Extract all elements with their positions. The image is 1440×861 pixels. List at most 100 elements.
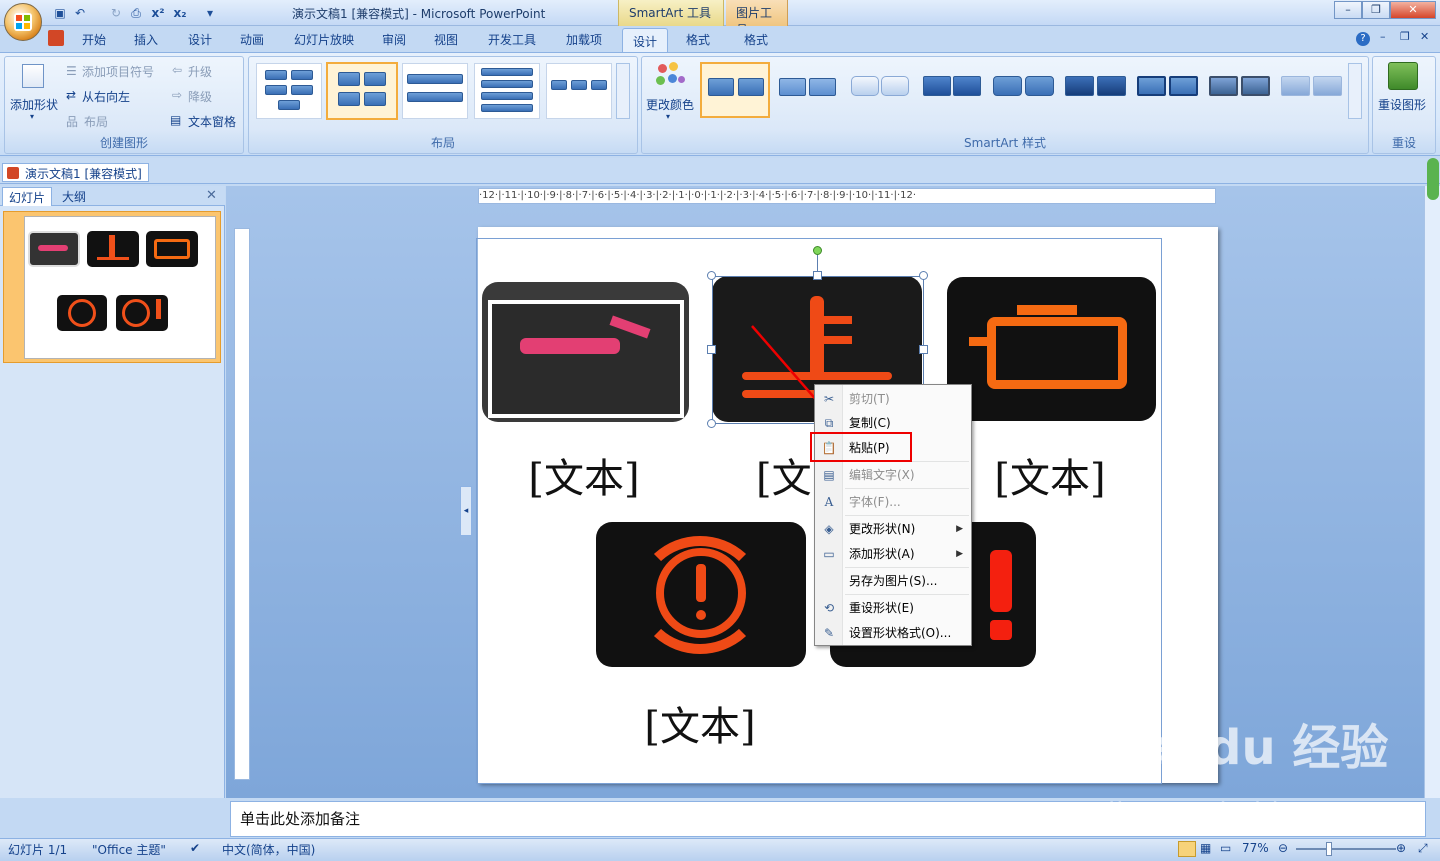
panel-close-icon[interactable]: ✕	[206, 188, 217, 203]
add-shape-dropdown-icon[interactable]: ▾	[30, 112, 34, 121]
caption-2[interactable]: [文	[756, 446, 816, 504]
tab-home[interactable]: 开始	[72, 28, 116, 50]
office-button[interactable]	[4, 3, 42, 41]
normal-view-icon[interactable]	[1178, 841, 1196, 857]
style-gallery-item-8[interactable]	[1206, 63, 1272, 119]
tab-slideshow[interactable]: 幻灯片放映	[284, 28, 364, 50]
style-gallery-item-3[interactable]	[846, 63, 912, 119]
tab-insert[interactable]: 插入	[124, 28, 168, 50]
tab-review[interactable]: 审阅	[372, 28, 416, 50]
tab-design-main[interactable]: 设计	[178, 28, 222, 50]
change-colors-icon[interactable]	[656, 62, 685, 90]
subscript-icon[interactable]: x₂	[172, 5, 188, 21]
close-button[interactable]: ✕	[1390, 1, 1436, 19]
rotate-handle[interactable]	[813, 246, 822, 255]
fit-to-window-icon[interactable]: ⤢	[1418, 841, 1428, 856]
maximize-button[interactable]: ❐	[1362, 1, 1390, 19]
zoom-in-icon[interactable]: ⊕	[1396, 841, 1406, 855]
style-gallery-item-4[interactable]	[918, 63, 984, 119]
redo-icon[interactable]: ↻	[108, 5, 124, 21]
tab-smartart-design[interactable]: 设计	[622, 28, 669, 53]
caption-4[interactable]: [文本]	[600, 694, 800, 752]
layout-gallery-item-3[interactable]	[402, 63, 468, 119]
layout-gallery-item-4[interactable]	[474, 63, 540, 119]
style-gallery-item-2[interactable]	[774, 63, 840, 119]
menu-item-reset-shape[interactable]: ⟲ 重设形状(E)	[815, 596, 971, 620]
menu-item-add-shape[interactable]: ▭ 添加形状(A) ▶	[815, 542, 971, 566]
style-gallery-scroll[interactable]	[1348, 63, 1362, 119]
tab-view[interactable]: 视图	[424, 28, 468, 50]
tab-outline[interactable]: 大纲	[56, 187, 92, 206]
save-icon[interactable]: ▣	[52, 5, 68, 21]
tab-developer[interactable]: 开发工具	[478, 28, 546, 50]
ribbon-close-icon[interactable]: ✕	[1420, 30, 1429, 43]
demote-button[interactable]: 降级	[188, 88, 212, 105]
style-gallery-item-9[interactable]	[1278, 63, 1344, 119]
vertical-scrollbar[interactable]	[1424, 158, 1440, 798]
promote-icon: ⇦	[172, 63, 183, 77]
reset-graphic-button[interactable]: 重设图形	[1378, 96, 1426, 113]
style-gallery-item-7[interactable]	[1134, 63, 1200, 119]
notes-placeholder[interactable]: 单击此处添加备注	[240, 808, 360, 829]
menu-item-format-shape[interactable]: ✎ 设置形状格式(O)...	[815, 621, 971, 645]
change-shape-icon: ◈	[824, 522, 834, 536]
document-tab[interactable]: 演示文稿1 [兼容模式]	[2, 163, 149, 182]
print-preview-icon[interactable]: ⎙	[128, 5, 144, 21]
text-pane-button[interactable]: 文本窗格	[188, 113, 236, 130]
style-gallery-item-6[interactable]	[1062, 63, 1128, 119]
layout-gallery-item-5[interactable]	[546, 63, 612, 119]
layout-gallery-scroll[interactable]	[616, 63, 630, 119]
text-pane-toggle[interactable]: ◂	[460, 486, 472, 536]
resize-handle-ne[interactable]	[919, 271, 928, 280]
status-language[interactable]: 中文(简体，中国)	[222, 841, 315, 858]
layout-gallery-item-2-selected[interactable]	[326, 62, 398, 120]
ribbon-restore-icon[interactable]: ❐	[1400, 30, 1410, 43]
picture-brake-warning[interactable]	[596, 522, 806, 667]
tab-slides[interactable]: 幻灯片	[2, 187, 53, 206]
change-colors-dropdown-icon[interactable]: ▾	[666, 112, 670, 121]
add-shape-icon[interactable]	[22, 64, 44, 88]
ribbon-minimize-icon[interactable]: –	[1380, 30, 1386, 43]
zoom-out-icon[interactable]: ⊖	[1278, 841, 1288, 855]
slide-sorter-icon[interactable]: ▦	[1200, 841, 1211, 855]
undo-icon[interactable]: ↶	[72, 5, 88, 21]
reset-graphic-icon[interactable]	[1388, 62, 1418, 90]
add-shape-button[interactable]: 添加形状	[10, 96, 58, 113]
superscript-icon[interactable]: x²	[150, 5, 166, 21]
layout-gallery-item-1[interactable]	[256, 63, 322, 119]
resize-handle-sw[interactable]	[707, 419, 716, 428]
promote-button[interactable]: 升级	[188, 63, 212, 80]
style-gallery-item-1-selected[interactable]	[700, 62, 770, 118]
tab-smartart-format[interactable]: 格式	[676, 28, 720, 50]
zoom-level[interactable]: 77%	[1242, 841, 1269, 855]
picture-check-engine[interactable]	[947, 277, 1156, 421]
layout-button[interactable]: 布局	[84, 113, 108, 130]
menu-item-edit-text[interactable]: ▤ 编辑文字(X)	[815, 463, 971, 487]
caption-3[interactable]: [文本]	[950, 446, 1150, 504]
minimize-button[interactable]: –	[1334, 1, 1362, 19]
submenu-arrow-icon: ▶	[956, 549, 963, 559]
menu-item-cut[interactable]: ✂ 剪切(T)	[815, 387, 971, 411]
tab-addins[interactable]: 加载项	[556, 28, 612, 50]
menu-item-change-shape[interactable]: ◈ 更改形状(N) ▶	[815, 517, 971, 541]
zoom-slider-thumb[interactable]	[1326, 842, 1332, 856]
slideshow-view-icon[interactable]: ▭	[1220, 841, 1231, 855]
tab-animation[interactable]: 动画	[230, 28, 274, 50]
resize-handle-nw[interactable]	[707, 271, 716, 280]
change-colors-button[interactable]: 更改颜色	[646, 96, 694, 113]
zoom-slider-track[interactable]	[1296, 848, 1396, 850]
add-bullet-button[interactable]: 添加项目符号	[82, 63, 154, 80]
style-gallery-item-5[interactable]	[990, 63, 1056, 119]
resize-handle-w[interactable]	[707, 345, 716, 354]
caption-1[interactable]: [文本]	[484, 446, 684, 504]
customize-qat-icon[interactable]: ▾	[202, 5, 218, 21]
right-to-left-button[interactable]: 从右向左	[82, 88, 130, 105]
resize-handle-e[interactable]	[919, 345, 928, 354]
menu-item-save-as-picture[interactable]: 另存为图片(S)...	[815, 569, 971, 593]
help-icon[interactable]: ?	[1356, 32, 1370, 46]
picture-oil-pressure[interactable]	[482, 282, 689, 422]
resize-handle-n[interactable]	[813, 271, 822, 280]
menu-item-font[interactable]: A 字体(F)...	[815, 490, 971, 514]
tab-picture-format[interactable]: 格式	[734, 28, 778, 50]
spellcheck-icon[interactable]: ✔	[190, 841, 200, 855]
